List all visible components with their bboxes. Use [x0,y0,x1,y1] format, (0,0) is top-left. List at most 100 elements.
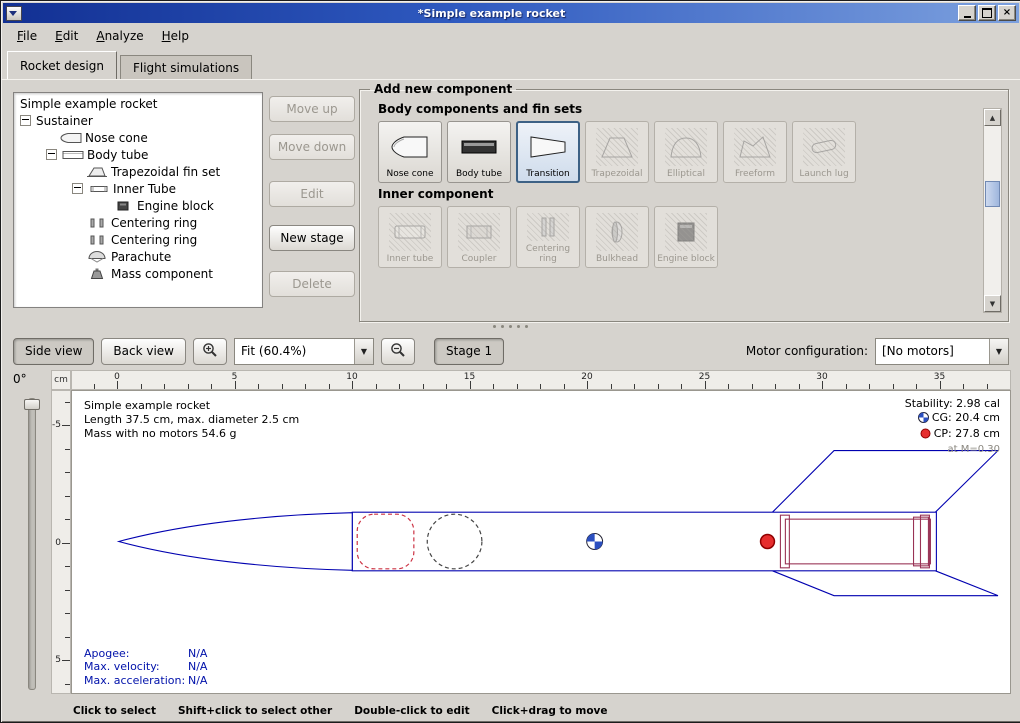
mach-note: at M=0.30 [905,443,1000,457]
add-centering-ring-button: Centering ring [516,206,580,268]
tree-item-label: Engine block [137,199,214,213]
app-window: *Simple example rocket × FileEditAnalyze… [0,0,1020,723]
split-divider[interactable] [1,320,1020,332]
max-acceleration-row: Max. acceleration:N/A [84,674,207,688]
add-bulkhead-label: Bulkhead [596,255,638,265]
zoom-out-button[interactable] [381,338,415,365]
tree-expander[interactable] [46,149,57,160]
tree-item-label: Centering ring [111,233,197,247]
tree-item-label: Nose cone [85,131,148,145]
section-label-body-components-and-fin-sets: Body components and fin sets [378,102,980,116]
new-stage-button[interactable]: New stage [269,225,355,251]
ruler-unit-label: cm [51,370,71,390]
transition-icon [519,124,577,170]
nose-cone-icon [381,124,439,170]
nose-cone-outline [119,513,352,571]
add-bulkhead-button: Bulkhead [585,206,649,268]
menu-file[interactable]: File [9,26,45,46]
zoom-in-button[interactable] [193,338,227,365]
launch-lug-icon [795,124,853,170]
rocket-info-line: Length 37.5 cm, max. diameter 2.5 cm [84,413,299,427]
tree-expander[interactable] [72,183,83,194]
add-launch-lug-button: Launch lug [792,121,856,183]
tree-item-inner-tube[interactable]: Inner Tube [14,180,262,197]
add-transition-button[interactable]: Transition [516,121,580,183]
bulkhead-icon [588,209,646,255]
tree-item-mass-component[interactable]: Mass component [14,265,262,282]
add-transition-label: Transition [526,170,570,180]
tree-item-centering-ring[interactable]: Centering ring [14,231,262,248]
maximize-button[interactable] [978,5,996,21]
tree-expander[interactable] [20,115,31,126]
elliptical-icon [657,124,715,170]
fin-lower-outline [772,571,998,596]
tree-item-trapezoidal-fin-set[interactable]: Trapezoidal fin set [14,163,262,180]
close-button[interactable]: × [998,5,1016,21]
ruler-label: 20 [581,372,592,382]
menu-edit[interactable]: Edit [47,26,86,46]
delete-button: Delete [269,271,355,297]
rocket-info-line: Simple example rocket [84,399,299,413]
ruler-label: 0 [114,372,120,382]
view-toolbar: Side view Back view Fit (60.4%) ▼ Stage … [1,332,1020,370]
tree-item-label: Trapezoidal fin set [111,165,220,179]
tree-item-nose-cone[interactable]: Nose cone [14,129,262,146]
tree-item-sustainer[interactable]: Sustainer [14,112,262,129]
tree-item-label: Sustainer [36,114,93,128]
add-nose-cone-label: Nose cone [386,170,433,180]
tree-item-parachute[interactable]: Parachute [14,248,262,265]
add-trapezoidal-button: Trapezoidal [585,121,649,183]
tree-item-simple-example-rocket[interactable]: Simple example rocket [14,95,262,112]
rocket-view-area: 0° cm 05101520253035 -505 [7,370,1015,700]
tab-rocket-design[interactable]: Rocket design [7,51,117,79]
tree-item-body-tube[interactable]: Body tube [14,146,262,163]
stage-1-toggle-button[interactable]: Stage 1 [434,338,504,365]
add-body-tube-button[interactable]: Body tube [447,121,511,183]
stability-line: Stability: 2.98 cal [905,397,1000,411]
centering-ring-icon [86,217,111,229]
side-view-button[interactable]: Side view [13,338,94,365]
scroll-down-icon[interactable]: ▼ [984,295,1001,312]
ruler-label: 30 [816,372,827,382]
rotation-slider-thumb[interactable] [24,399,40,410]
chevron-down-icon[interactable]: ▼ [989,339,1008,364]
component-tree[interactable]: Simple example rocket Sustainer Nose coneB… [13,92,263,308]
status-hint: Click to select [73,705,156,717]
zoom-in-icon [202,342,218,361]
vertical-ruler: -505 [51,390,71,694]
cg-legend-icon [918,412,929,427]
tree-item-engine-block[interactable]: Engine block [14,197,262,214]
engine-block-icon [657,209,715,255]
status-hint: Double-click to edit [354,705,469,717]
rocket-canvas[interactable]: Simple example rocketLength 37.5 cm, max… [71,390,1011,694]
ruler-label: 15 [464,372,475,382]
scroll-up-icon[interactable]: ▲ [984,109,1001,126]
back-view-button[interactable]: Back view [101,338,186,365]
minimize-button[interactable] [958,5,976,21]
vertical-scrollbar[interactable]: ▲ ▼ [983,108,1002,313]
tab-flight-simulations[interactable]: Flight simulations [120,55,252,79]
motor-configuration-select[interactable]: [No motors] ▼ [875,338,1009,365]
add-component-title: Add new component [370,82,516,96]
menu-help[interactable]: Help [154,26,197,46]
ruler-label: 0 [55,538,61,548]
chevron-down-icon[interactable]: ▼ [354,339,373,364]
cp-line: CP: 27.8 cm [905,427,1000,443]
menu-analyze[interactable]: Analyze [88,26,151,46]
scrollbar-thumb[interactable] [985,181,1000,207]
rotation-slider[interactable] [28,398,36,690]
add-elliptical-button: Elliptical [654,121,718,183]
body-tube-icon [62,149,87,161]
tree-item-label: Centering ring [111,216,197,230]
title-bar[interactable]: *Simple example rocket × [3,3,1019,23]
flight-data: Apogee:N/AMax. velocity:N/AMax. accelera… [84,647,207,688]
body-tube-icon [450,124,508,170]
zoom-select[interactable]: Fit (60.4%) ▼ [234,338,374,365]
rocket-info: Simple example rocketLength 37.5 cm, max… [84,399,299,441]
add-elliptical-label: Elliptical [667,170,705,180]
horizontal-ruler: 05101520253035 [71,370,1011,390]
tree-item-centering-ring[interactable]: Centering ring [14,214,262,231]
add-nose-cone-button[interactable]: Nose cone [378,121,442,183]
section-label-inner-component: Inner component [378,187,980,201]
divider-grip-icon [493,325,496,328]
